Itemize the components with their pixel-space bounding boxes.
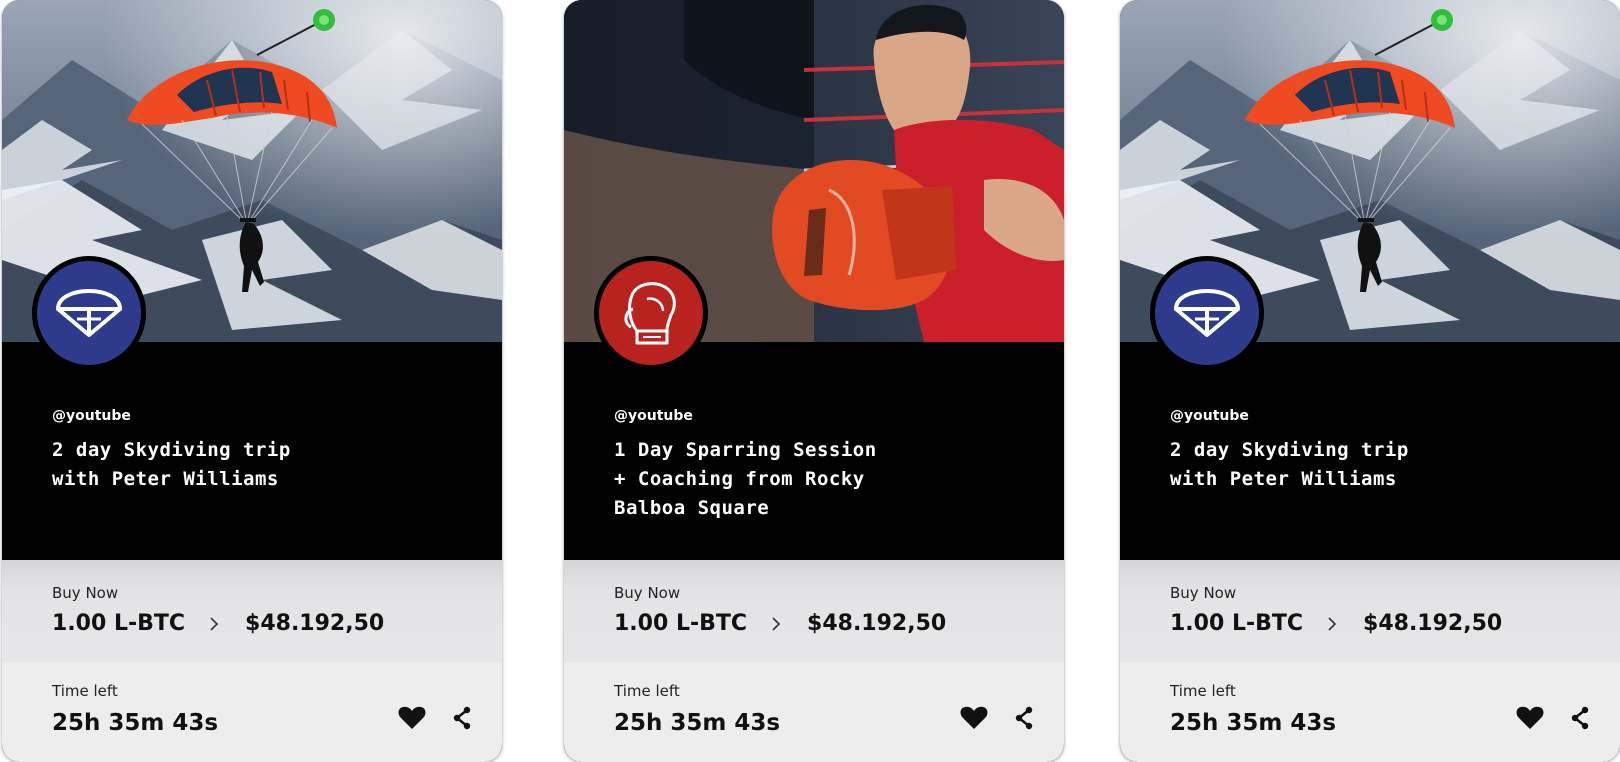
heart-icon[interactable] xyxy=(960,706,988,730)
listing-title[interactable]: 2 day Skydiving trip with Peter Williams xyxy=(52,436,432,494)
countdown-timer: 25h 35m 43s xyxy=(52,710,219,736)
buy-section[interactable]: Buy Now 1.00 L-BTC $48.192,50 xyxy=(2,560,502,662)
listing-card-3[interactable]: @youtube 2 day Skydiving trip with Peter… xyxy=(1120,0,1620,762)
listing-card-1[interactable]: @youtube 2 day Skydiving trip with Peter… xyxy=(2,0,502,762)
chevron-right-icon xyxy=(209,616,219,632)
share-icon[interactable] xyxy=(452,706,472,730)
creator-handle[interactable]: @youtube xyxy=(52,408,131,424)
time-left-label: Time left xyxy=(614,682,680,700)
share-icon[interactable] xyxy=(1014,706,1034,730)
card-info: @youtube 1 Day Sparring Session + Coachi… xyxy=(564,342,1064,560)
chevron-right-icon xyxy=(771,616,781,632)
crypto-price: 1.00 L-BTC xyxy=(52,611,186,636)
title-line: 2 day Skydiving trip xyxy=(52,439,291,461)
price-row: 1.00 L-BTC $48.192,50 xyxy=(1170,611,1502,636)
title-line: 2 day Skydiving trip xyxy=(1170,439,1409,461)
card-actions xyxy=(1516,706,1590,730)
title-line: with Peter Williams xyxy=(1170,468,1397,490)
creator-handle[interactable]: @youtube xyxy=(1170,408,1249,424)
fiat-price: $48.192,50 xyxy=(807,611,947,636)
countdown-timer: 25h 35m 43s xyxy=(614,710,781,736)
parachute-icon xyxy=(56,289,122,337)
buy-section[interactable]: Buy Now 1.00 L-BTC $48.192,50 xyxy=(1120,560,1620,662)
share-icon[interactable] xyxy=(1570,706,1590,730)
crypto-price: 1.00 L-BTC xyxy=(614,611,748,636)
time-section: Time left 25h 35m 43s xyxy=(2,662,502,762)
category-badge xyxy=(32,256,146,370)
time-left-label: Time left xyxy=(52,682,118,700)
category-badge xyxy=(594,256,708,370)
card-actions xyxy=(960,706,1034,730)
chevron-right-icon xyxy=(1327,616,1337,632)
title-line: with Peter Williams xyxy=(52,468,279,490)
heart-icon[interactable] xyxy=(398,706,426,730)
heart-icon[interactable] xyxy=(1516,706,1544,730)
card-info: @youtube 2 day Skydiving trip with Peter… xyxy=(2,342,502,560)
buy-now-label: Buy Now xyxy=(614,584,681,602)
title-line: + Coaching from Rocky xyxy=(614,468,865,490)
listing-title[interactable]: 2 day Skydiving trip with Peter Williams xyxy=(1170,436,1550,494)
listing-title[interactable]: 1 Day Sparring Session + Coaching from R… xyxy=(614,436,994,523)
price-row: 1.00 L-BTC $48.192,50 xyxy=(52,611,384,636)
time-section: Time left 25h 35m 43s xyxy=(564,662,1064,762)
buy-now-label: Buy Now xyxy=(1170,584,1237,602)
time-left-label: Time left xyxy=(1170,682,1236,700)
fiat-price: $48.192,50 xyxy=(1363,611,1503,636)
crypto-price: 1.00 L-BTC xyxy=(1170,611,1304,636)
card-info: @youtube 2 day Skydiving trip with Peter… xyxy=(1120,342,1620,560)
countdown-timer: 25h 35m 43s xyxy=(1170,710,1337,736)
title-line: Balboa Square xyxy=(614,497,770,519)
price-row: 1.00 L-BTC $48.192,50 xyxy=(614,611,946,636)
card-actions xyxy=(398,706,472,730)
buy-section[interactable]: Buy Now 1.00 L-BTC $48.192,50 xyxy=(564,560,1064,662)
fiat-price: $48.192,50 xyxy=(245,611,385,636)
time-section: Time left 25h 35m 43s xyxy=(1120,662,1620,762)
category-badge xyxy=(1150,256,1264,370)
title-line: 1 Day Sparring Session xyxy=(614,439,877,461)
parachute-icon xyxy=(1174,289,1240,337)
creator-handle[interactable]: @youtube xyxy=(614,408,693,424)
listing-card-2[interactable]: @youtube 1 Day Sparring Session + Coachi… xyxy=(564,0,1064,762)
buy-now-label: Buy Now xyxy=(52,584,119,602)
boxing-glove-icon xyxy=(624,282,676,345)
